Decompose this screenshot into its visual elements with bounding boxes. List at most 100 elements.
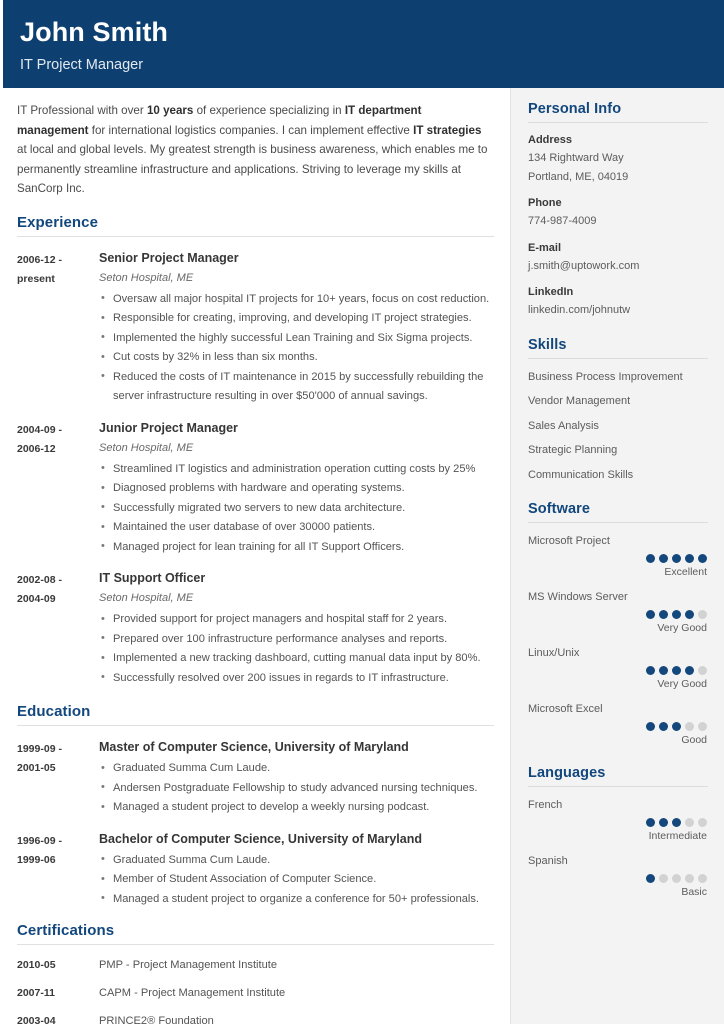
resume-entry: 2004-09 - 2006-12 Junior Project Manager Se… <box>17 420 494 558</box>
entry-detail: IT Support Officer Seton Hospital, ME Prov… <box>99 570 494 688</box>
resume-entry: 2002-08 - 2004-09 IT Support Officer Seton … <box>17 570 494 688</box>
entry-date-to: 2006-12 <box>17 442 56 455</box>
rating-dot-empty <box>672 873 681 883</box>
skill-item: Vendor Management <box>528 395 631 407</box>
software-list: Microsoft Project Excellent MS Windows Ser… <box>528 532 708 748</box>
languages-list: French Intermediate Spanish Basic <box>528 796 708 900</box>
certification-list: 2010-05 PMP - Project Management Institut… <box>17 957 494 1024</box>
summary-bold-1: 10 years <box>146 104 194 117</box>
sidebar-heading-skills: Skills <box>528 337 708 359</box>
rating-dot-empty <box>698 721 707 731</box>
rating-level-label: Intermediate <box>648 829 707 842</box>
entry-bullet: Reduced the costs of IT maintenance in 2… <box>99 367 494 407</box>
entry-date-to: present <box>17 272 55 285</box>
section-heading-experience: Experience <box>17 214 494 237</box>
certification-date: 2010-05 <box>17 959 56 971</box>
certification-name: CAPM - Project Management Institute <box>99 987 286 999</box>
resume-entry: 1996-09 - 1999-06 Bachelor of Computer Sci… <box>17 831 494 910</box>
rating-dot-filled <box>646 873 655 883</box>
rating-dot-filled <box>685 609 694 619</box>
personal-info-value: Portland, ME, 04019 <box>528 170 629 183</box>
entry-date-to: 2004-09 <box>17 593 56 605</box>
entry-title: Junior Project Manager <box>99 420 238 435</box>
rating-dot-filled <box>672 665 681 675</box>
entry-date-from: 1996-09 - <box>17 834 62 847</box>
entry-title: Bachelor of Computer Science, University… <box>99 831 422 846</box>
entry-date-to: 1999-06 <box>17 853 56 866</box>
personal-info-label: Address <box>528 134 573 146</box>
entry-bullet-list: Provided support for project managers an… <box>99 610 494 688</box>
rating-dots <box>528 817 708 827</box>
rating-dot-filled <box>659 721 668 731</box>
skills-list: Business Process Improvement Vendor Manag… <box>528 368 708 484</box>
main-column: IT Professional with over 10 years of ex… <box>3 88 510 1024</box>
entry-bullet: Provided support for project managers an… <box>99 610 494 630</box>
rating-block: MS Windows Server Very Good <box>528 588 708 636</box>
section-heading-certifications: Certifications <box>17 922 494 945</box>
entry-bullet-list: Oversaw all major hospital IT projects f… <box>99 289 494 407</box>
personal-info-label: E-mail <box>528 241 562 254</box>
rating-block: Microsoft Project Excellent <box>528 532 708 580</box>
education-list: 1999-09 - 2001-05 Master of Computer Scien… <box>17 739 494 909</box>
rating-dots <box>528 721 708 731</box>
certification-date: 2007-11 <box>17 987 55 999</box>
rating-dots <box>528 665 708 675</box>
certification-name: PMP - Project Management Institute <box>99 959 277 971</box>
entry-date-to: 2001-05 <box>17 762 56 774</box>
rating-dot-filled <box>672 609 681 619</box>
resume-entry: 1999-09 - 2001-05 Master of Computer Scien… <box>17 739 494 818</box>
entry-bullet: Andersen Postgraduate Fellowship to stud… <box>99 778 494 799</box>
entry-bullet: Graduated Summa Cum Laude. <box>99 850 494 871</box>
personal-info-value: j.smith@uptowork.com <box>528 259 640 272</box>
rating-name: Spanish <box>528 854 568 867</box>
entry-dates: 2004-09 - 2006-12 <box>17 420 99 558</box>
rating-block: Microsoft Excel Good <box>528 700 708 748</box>
rating-level-label: Excellent <box>664 565 707 578</box>
skill-item: Business Process Improvement <box>528 370 683 383</box>
entry-bullet: Member of Student Association of Compute… <box>99 870 494 890</box>
entry-date-from: 2006-12 - <box>17 253 62 266</box>
entry-bullet: Successfully migrated two servers to new… <box>99 498 494 519</box>
entry-title: IT Support Officer <box>99 571 206 585</box>
entry-detail: Master of Computer Science, University o… <box>99 739 494 818</box>
candidate-role: IT Project Manager <box>20 57 144 73</box>
entry-bullet: Maintained the user database of over 300… <box>99 518 494 538</box>
entry-date-from: 1999-09 - <box>17 743 62 755</box>
summary-part-1: IT Professional with over <box>17 104 147 117</box>
entry-detail: Junior Project Manager Seton Hospital, ME… <box>99 420 494 558</box>
resume-header: John Smith IT Project Manager <box>3 0 724 88</box>
entry-bullet: Cut costs by 32% in less than six months… <box>99 348 494 368</box>
sidebar-column: Personal Info Address 134 Rightward Way Po… <box>510 88 724 1024</box>
rating-block: French Intermediate <box>528 796 708 844</box>
rating-dot-filled <box>672 553 681 563</box>
sidebar-heading-languages: Languages <box>528 765 708 787</box>
certification-row: 2010-05 PMP - Project Management Institut… <box>17 957 494 973</box>
rating-dot-empty <box>685 817 694 827</box>
rating-name: Microsoft Project <box>528 534 610 547</box>
experience-list: 2006-12 - present Senior Project Manager Se… <box>17 250 494 689</box>
rating-dot-filled <box>659 609 668 619</box>
sidebar-heading-software: Software <box>528 501 708 523</box>
rating-block: Spanish Basic <box>528 852 708 900</box>
personal-info-value: 774-987-4009 <box>528 215 597 227</box>
rating-name: Linux/Unix <box>528 646 580 659</box>
summary-part-4: at local and global levels. My greatest … <box>17 143 488 195</box>
entry-bullet: Oversaw all major hospital IT projects f… <box>99 289 494 310</box>
rating-dot-filled <box>646 817 655 827</box>
summary-part-3: for international logistics companies. I… <box>88 123 414 137</box>
rating-dot-empty <box>659 873 668 883</box>
entry-bullet: Managed project for lean training for al… <box>99 537 494 558</box>
rating-dot-filled <box>685 553 694 563</box>
rating-dot-empty <box>685 873 694 883</box>
rating-dot-empty <box>698 665 707 675</box>
entry-title: Master of Computer Science, University o… <box>99 740 409 754</box>
entry-dates: 1996-09 - 1999-06 <box>17 831 99 910</box>
rating-dot-filled <box>646 609 655 619</box>
rating-dot-empty <box>698 609 707 619</box>
rating-dot-filled <box>646 665 655 675</box>
entry-dates: 1999-09 - 2001-05 <box>17 739 99 818</box>
personal-info-value: 134 Rightward Way <box>528 152 624 164</box>
entry-bullet: Managed a student project to organize a … <box>99 889 494 910</box>
certification-date: 2003-04 <box>17 1015 56 1024</box>
rating-dot-empty <box>698 873 707 883</box>
